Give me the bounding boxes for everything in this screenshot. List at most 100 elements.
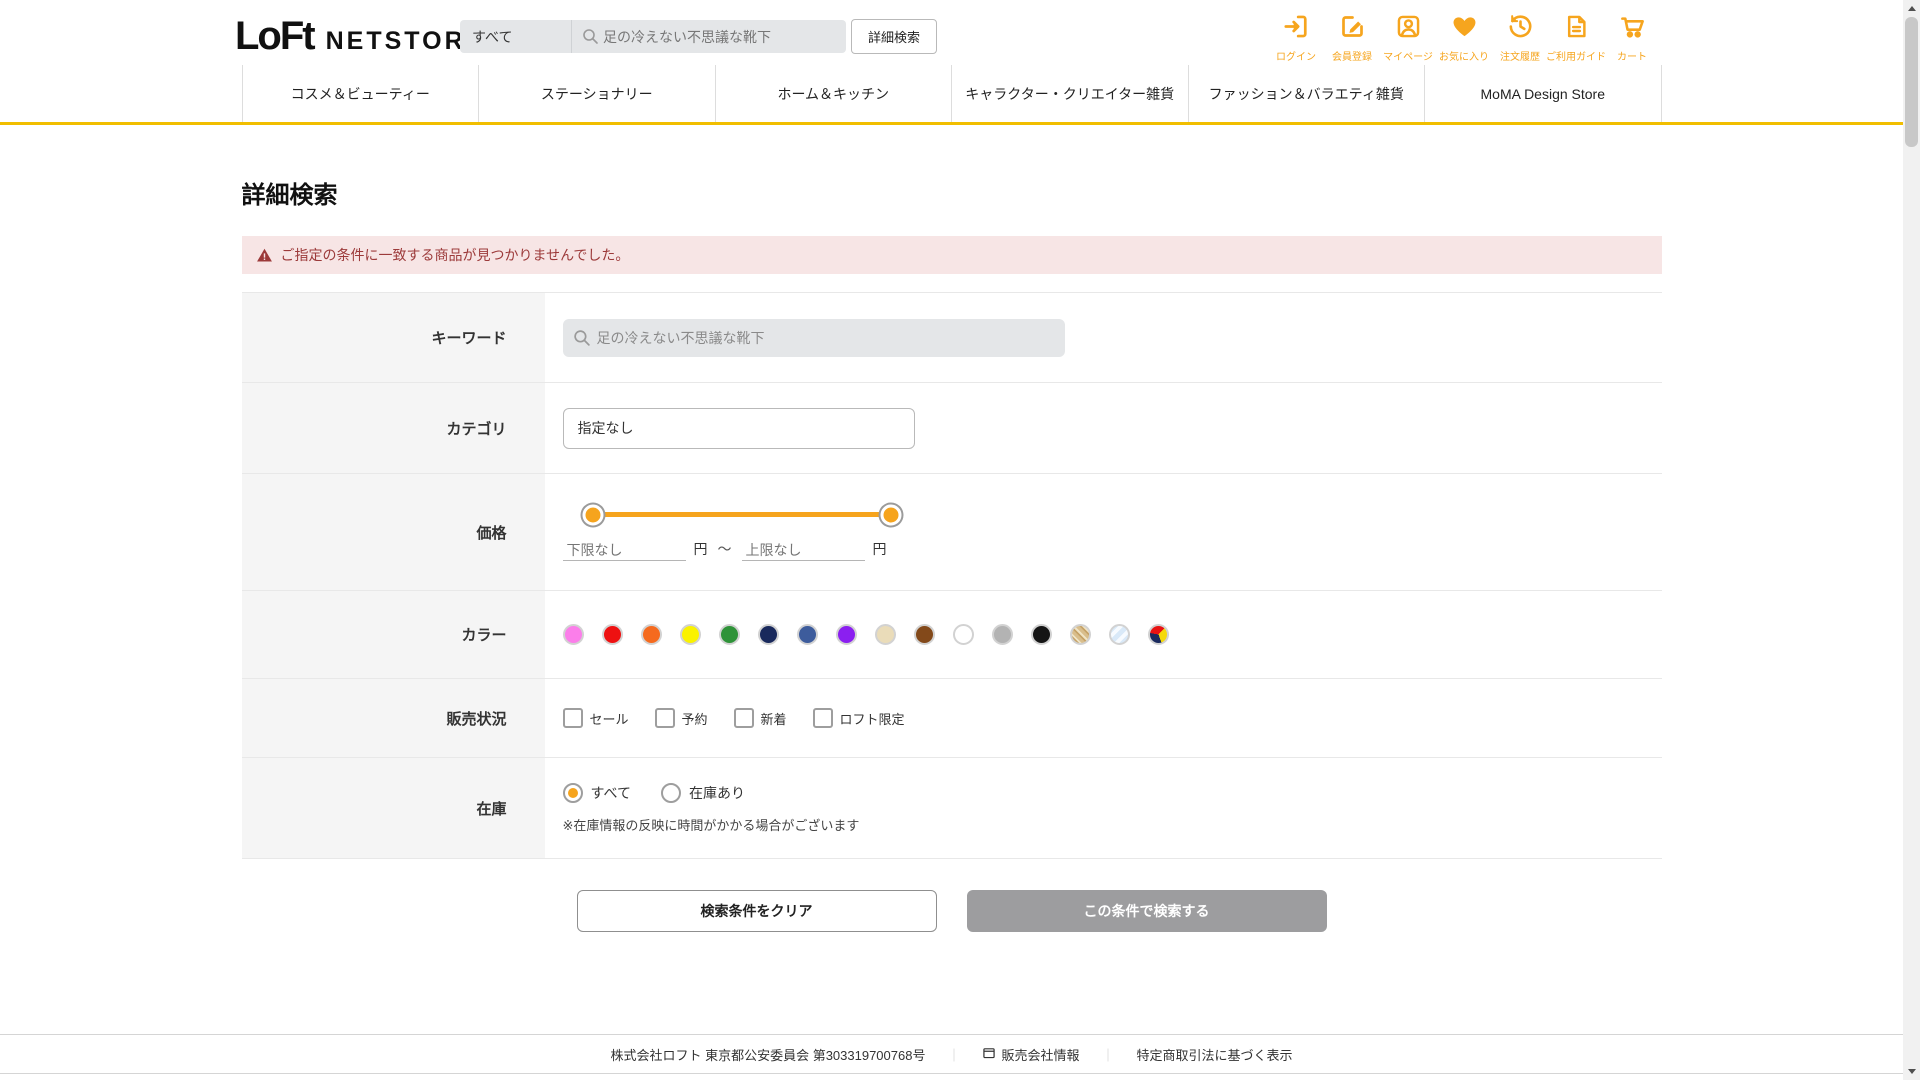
color-swatch-purple[interactable] xyxy=(836,624,857,645)
search-category-select[interactable]: すべて xyxy=(460,20,572,53)
scrollbar-down-arrow[interactable] xyxy=(1903,1063,1920,1080)
quick-link-register[interactable]: 会員登録 xyxy=(1324,13,1380,63)
sales-status-row: 販売状況 セール 予約 新着 ロフト限定 xyxy=(242,678,1662,757)
detail-search-button[interactable]: 詳細検索 xyxy=(851,19,937,54)
price-unit-label: 円 xyxy=(873,539,887,559)
scrollbar-thumb[interactable] xyxy=(1905,17,1918,147)
color-row: カラー xyxy=(242,590,1662,678)
color-swatch-clear[interactable] xyxy=(1109,624,1130,645)
nav-item-0[interactable]: コスメ＆ビューティー xyxy=(242,65,479,122)
price-slider-handle-max[interactable] xyxy=(880,504,901,525)
footer-link-label: 販売会社情報 xyxy=(1001,1045,1079,1064)
nav-item-2[interactable]: ホーム＆キッチン xyxy=(715,65,952,122)
checkbox[interactable] xyxy=(734,708,754,728)
footer-separator: ｜ xyxy=(1101,1045,1114,1064)
color-swatch-pink[interactable] xyxy=(563,624,584,645)
color-swatch-yellow[interactable] xyxy=(680,624,701,645)
register-icon xyxy=(1339,13,1366,45)
stock-label: 在庫 xyxy=(242,758,545,858)
color-swatch-beige[interactable] xyxy=(875,624,896,645)
price-max-input[interactable] xyxy=(742,540,865,561)
color-swatch-navy[interactable] xyxy=(758,624,779,645)
color-swatch-green[interactable] xyxy=(719,624,740,645)
sales-checkbox-item[interactable]: 新着 xyxy=(734,708,787,728)
header-search-input[interactable] xyxy=(599,29,846,45)
header: LoFt NETSTORE すべて 詳細検索 ログイン 会員登録マイページお気に入… xyxy=(0,0,1903,65)
quick-link-cart[interactable]: カート xyxy=(1604,13,1660,63)
category-select[interactable]: 指定なし xyxy=(563,408,915,449)
quick-link-guide[interactable]: ご利用ガイド xyxy=(1548,13,1604,63)
stock-row: 在庫 すべて在庫あり ※在庫情報の反映に時間がかかる場合がございます xyxy=(242,757,1662,859)
color-swatch-blue[interactable] xyxy=(797,624,818,645)
checkbox[interactable] xyxy=(563,708,583,728)
sales-checkbox-item[interactable]: セール xyxy=(563,708,629,728)
scrollbar-up-arrow[interactable] xyxy=(1903,0,1920,17)
search-with-conditions-button[interactable]: この条件で検索する xyxy=(967,890,1327,932)
sales-checkbox-item[interactable]: ロフト限定 xyxy=(813,708,905,728)
page-title: 詳細検索 xyxy=(242,175,1662,210)
checkbox[interactable] xyxy=(655,708,675,728)
nav-item-3[interactable]: キャラクター・クリエイター雑貨 xyxy=(951,65,1188,122)
price-min-input[interactable] xyxy=(563,540,686,561)
radio-label: 在庫あり xyxy=(689,783,745,803)
nav-item-1[interactable]: ステーショナリー xyxy=(478,65,715,122)
search-form: キーワード カテゴリ 指定なし 価格 xyxy=(242,292,1662,859)
color-label: カラー xyxy=(242,591,545,678)
guide-icon xyxy=(1563,13,1590,45)
color-swatch-gray[interactable] xyxy=(992,624,1013,645)
quick-link-label: マイページ xyxy=(1383,48,1433,63)
quick-link-label: ログイン xyxy=(1276,48,1316,63)
keyword-row: キーワード xyxy=(242,292,1662,382)
warning-icon xyxy=(256,247,273,264)
footer-company-text: 株式会社ロフト 東京都公安委員会 第303319700768号 xyxy=(610,1045,925,1064)
quick-link-login[interactable]: ログイン xyxy=(1268,13,1324,63)
heart-icon xyxy=(1451,13,1478,45)
nav-item-4[interactable]: ファッション＆バラエティ雑貨 xyxy=(1188,65,1425,122)
quick-link-label: 注文履歴 xyxy=(1500,48,1540,63)
category-label: カテゴリ xyxy=(242,383,545,473)
footer-link-label: 特定商取引法に基づく表示 xyxy=(1137,1045,1293,1064)
color-swatch-multicolor[interactable] xyxy=(1148,624,1169,645)
color-swatch-red[interactable] xyxy=(602,624,623,645)
price-inputs: 円 ～ 円 xyxy=(563,539,1662,561)
no-results-alert: ご指定の条件に一致する商品が見つかりませんでした。 xyxy=(242,236,1662,274)
stock-radio-item[interactable]: 在庫あり xyxy=(661,783,745,803)
color-swatches xyxy=(563,624,1662,645)
sales-checkbox-item[interactable]: 予約 xyxy=(655,708,708,728)
radio-label: すべて xyxy=(591,783,631,803)
header-search-bar: すべて xyxy=(460,20,846,53)
checkbox-label: 予約 xyxy=(682,709,708,728)
search-icon xyxy=(573,329,591,347)
radio-selected[interactable] xyxy=(563,783,583,803)
color-swatch-white[interactable] xyxy=(953,624,974,645)
stock-radio-item[interactable]: すべて xyxy=(563,783,631,803)
quick-link-label: ご利用ガイド xyxy=(1546,48,1606,63)
sales-status-options: セール 予約 新着 ロフト限定 xyxy=(563,708,1662,728)
color-swatch-brown[interactable] xyxy=(914,624,935,645)
footer-link-1[interactable]: 特定商取引法に基づく表示 xyxy=(1137,1045,1293,1064)
color-swatch-black[interactable] xyxy=(1031,624,1052,645)
color-swatch-orange[interactable] xyxy=(641,624,662,645)
price-unit-label: 円 xyxy=(694,539,708,559)
loft-logo[interactable]: LoFt NETSTORE xyxy=(235,14,485,59)
footer: 株式会社ロフト 東京都公安委員会 第303319700768号 ｜販売会社情報｜… xyxy=(0,1034,1903,1074)
radio-unselected[interactable] xyxy=(661,783,681,803)
quick-link-history[interactable]: 注文履歴 xyxy=(1492,13,1548,63)
checkbox[interactable] xyxy=(813,708,833,728)
quick-link-mypage[interactable]: マイページ xyxy=(1380,13,1436,63)
sales-status-label: 販売状況 xyxy=(242,679,545,757)
checkbox-label: 新着 xyxy=(761,709,787,728)
quick-link-label: カート xyxy=(1617,48,1647,63)
color-swatch-gold[interactable] xyxy=(1070,624,1091,645)
checkbox-label: ロフト限定 xyxy=(840,709,905,728)
footer-link-0[interactable]: 販売会社情報 xyxy=(982,1045,1079,1064)
price-slider-handle-min[interactable] xyxy=(582,504,603,525)
keyword-input[interactable] xyxy=(591,330,1065,346)
quick-link-heart[interactable]: お気に入り xyxy=(1436,13,1492,63)
quick-link-label: お気に入り xyxy=(1439,48,1489,63)
main-nav: コスメ＆ビューティーステーショナリーホーム＆キッチンキャラクター・クリエイター雑… xyxy=(0,65,1903,125)
quick-link-label: 会員登録 xyxy=(1332,48,1372,63)
nav-item-5[interactable]: MoMA Design Store xyxy=(1424,65,1662,122)
scrollbar[interactable] xyxy=(1903,0,1920,1080)
clear-conditions-button[interactable]: 検索条件をクリア xyxy=(577,890,937,932)
